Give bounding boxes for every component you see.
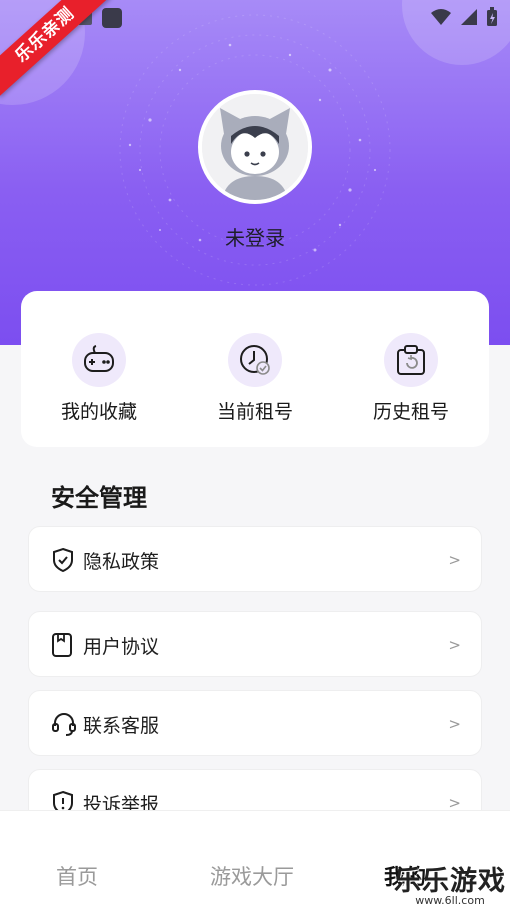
chevron-right-icon: > <box>448 551 461 569</box>
tab-game-hall[interactable]: 游戏大厅 <box>210 861 294 891</box>
chevron-right-icon: > <box>448 715 461 733</box>
watermark-title: 乐乐游戏 <box>394 866 506 897</box>
gamepad-icon <box>72 333 126 387</box>
history-rental-label: 历史租号 <box>372 401 449 423</box>
menu-item-user-agreement[interactable]: 用户协议 > <box>28 611 482 677</box>
site-watermark: 乐乐游戏 www.6ll.com <box>394 859 506 907</box>
signal-icon <box>461 9 477 25</box>
favorites-action[interactable]: 我的收藏 <box>21 333 177 424</box>
current-rental-label: 当前租号 <box>216 401 293 423</box>
history-rental-action[interactable]: 历史租号 <box>333 333 489 424</box>
document-icon <box>51 632 73 662</box>
headset-icon <box>51 711 77 741</box>
cat-hood-avatar-icon <box>202 94 308 200</box>
menu-item-privacy-policy[interactable]: 隐私政策 > <box>28 526 482 592</box>
security-section-title: 安全管理 <box>51 484 147 512</box>
quick-actions-card: 我的收藏 当前租号 历史租号 <box>21 291 489 447</box>
app-notification-icon <box>102 8 122 28</box>
chevron-right-icon: > <box>448 636 461 654</box>
wifi-icon <box>431 9 451 25</box>
favorites-label: 我的收藏 <box>60 401 137 423</box>
clock-check-icon <box>228 333 282 387</box>
bottom-tab-bar: 首页 游戏大厅 我的 乐乐游戏 www.6ll.com <box>0 810 510 908</box>
menu-item-label: 联系客服 <box>83 715 160 737</box>
login-status[interactable]: 未登录 <box>0 222 510 251</box>
tab-home[interactable]: 首页 <box>56 861 98 891</box>
avatar[interactable] <box>198 90 312 204</box>
current-rental-action[interactable]: 当前租号 <box>177 333 333 424</box>
battery-icon <box>487 7 497 26</box>
menu-item-contact-support[interactable]: 联系客服 > <box>28 690 482 756</box>
menu-item-label: 用户协议 <box>83 636 160 658</box>
shield-check-icon <box>51 547 75 577</box>
menu-item-label: 隐私政策 <box>83 551 160 573</box>
clipboard-history-icon <box>384 333 438 387</box>
